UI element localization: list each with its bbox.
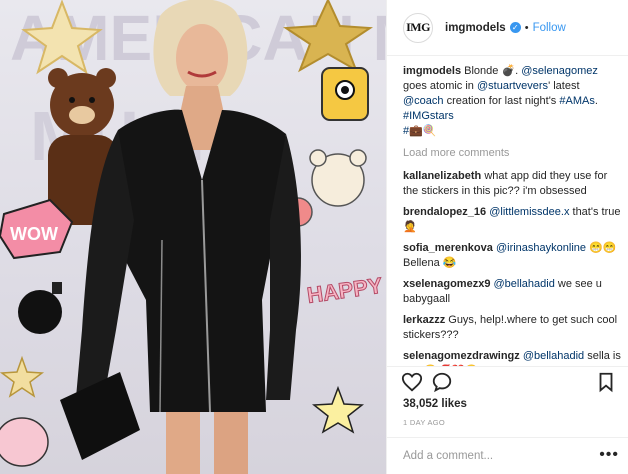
follow-button[interactable]: Follow xyxy=(533,22,566,34)
more-options-icon[interactable]: ••• xyxy=(599,446,619,464)
comment-username[interactable]: lerkazzz xyxy=(403,314,445,326)
comment-username[interactable]: selenagomezdrawingz xyxy=(403,350,520,362)
header-username[interactable]: imgmodels xyxy=(445,22,506,34)
comment-mention[interactable]: @bellahadid xyxy=(523,350,584,362)
caption-mention-3[interactable]: @coach xyxy=(403,95,444,107)
yellow-monster-sticker xyxy=(321,67,369,121)
caption-mention-1[interactable]: @selenagomez xyxy=(521,65,598,77)
comment-item: selenagomezdrawingz @bellahadid sella is… xyxy=(403,349,621,366)
header-separator: • xyxy=(524,21,529,34)
small-star-sticker-left xyxy=(0,355,45,398)
caption-text-5: . xyxy=(594,95,598,107)
bomb-sticker xyxy=(18,282,62,334)
comment-item: sofia_merenkova @irinashaykonline 😁😁 Bel… xyxy=(403,241,621,271)
comment-mention[interactable]: @irinashaykonline xyxy=(496,242,586,254)
caption-hashtag-1[interactable]: #AMAs xyxy=(559,95,594,107)
verified-badge-icon: ✓ xyxy=(509,22,521,33)
avatar[interactable]: IMG xyxy=(403,12,433,43)
comment-bubble-icon[interactable] xyxy=(431,371,453,393)
pink-bunny-sticker xyxy=(0,417,49,467)
happy-sticker: HAPPY xyxy=(305,273,384,308)
action-bar xyxy=(387,366,628,396)
comment-item: lerkazzz Guys, help!.where to get such c… xyxy=(403,313,621,343)
post-timestamp[interactable]: 1 DAY AGO xyxy=(403,418,445,427)
like-count[interactable]: 38,052 likes xyxy=(403,398,467,410)
small-star-sticker-right xyxy=(311,385,365,434)
load-more-comments-button[interactable]: Load more comments xyxy=(403,147,621,159)
photo-illustration: AMERICAN MUSIC MUSIC xyxy=(0,0,386,474)
caption-text-3: ' latest xyxy=(548,80,580,92)
post-header: IMG imgmodels ✓ • Follow xyxy=(387,0,628,56)
post-photo[interactable]: AMERICAN MUSIC MUSIC xyxy=(0,0,386,474)
comments-list[interactable]: imgmodels Blonde 💣. @selenagomez goes at… xyxy=(403,64,621,366)
caption-hashtag-3[interactable]: #💼🍭 xyxy=(403,125,437,137)
svg-text:WOW: WOW xyxy=(10,224,58,244)
caption-text-4: creation for last night's xyxy=(443,95,560,107)
add-comment-bar: ••• xyxy=(387,437,628,474)
caption-text-2: goes atomic in xyxy=(403,80,477,92)
comment-item: kallanelizabeth what app did they use fo… xyxy=(403,169,621,199)
comment-username[interactable]: sofia_merenkova xyxy=(403,242,493,254)
caption-hashtag-2[interactable]: #IMGstars xyxy=(403,110,454,122)
comment-mention[interactable]: @bellahadid xyxy=(494,278,555,290)
comment-username[interactable]: xselenagomezx9 xyxy=(403,278,490,290)
caption: imgmodels Blonde 💣. @selenagomez goes at… xyxy=(403,64,621,139)
comment-username[interactable]: brendalopez_16 xyxy=(403,206,486,218)
caption-text-1: Blonde 💣. xyxy=(461,65,522,77)
comment-mention[interactable]: @littlemissdee.x xyxy=(489,206,569,218)
caption-mention-2[interactable]: @stuartvevers xyxy=(477,80,548,92)
comment-username[interactable]: kallanelizabeth xyxy=(403,170,481,182)
add-comment-input[interactable] xyxy=(403,450,603,462)
comment-item: brendalopez_16 @littlemissdee.x that's t… xyxy=(403,205,621,235)
post-side-panel: IMG imgmodels ✓ • Follow imgmodels Blond… xyxy=(386,0,628,474)
heart-icon[interactable] xyxy=(401,371,423,393)
comment-item: xselenagomezx9 @bellahadid we see u baby… xyxy=(403,277,621,307)
bookmark-icon[interactable] xyxy=(595,371,617,393)
caption-username[interactable]: imgmodels xyxy=(403,65,461,77)
